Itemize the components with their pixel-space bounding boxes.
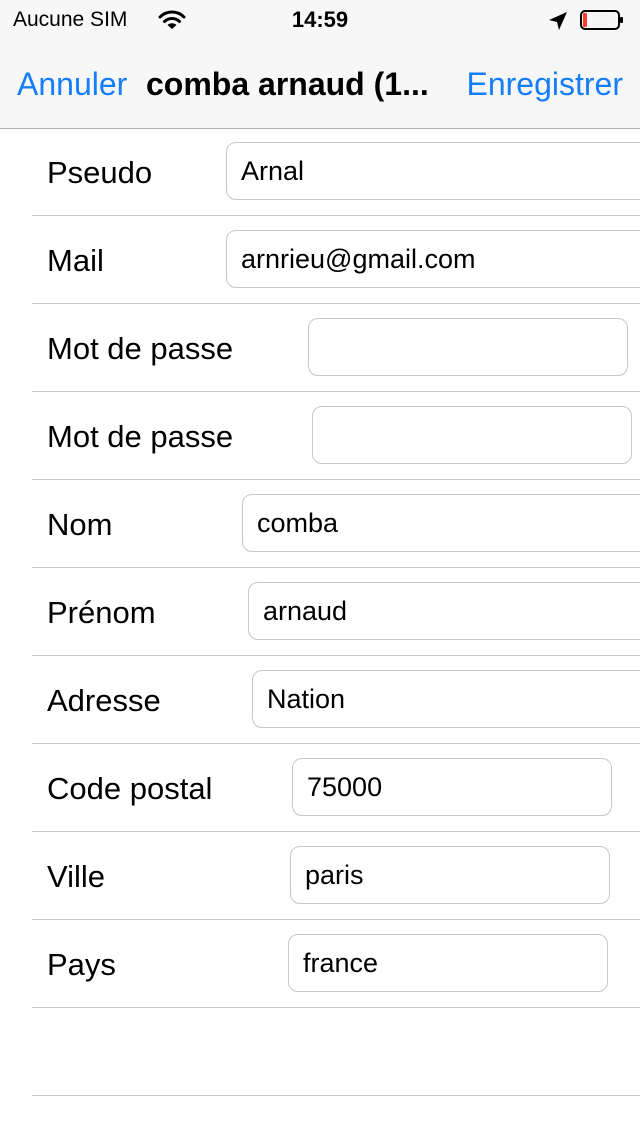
adresse-label: Adresse	[47, 683, 161, 718]
password-confirm-label: Mot de passe	[47, 419, 234, 454]
status-time: 14:59	[291, 7, 349, 32]
pays-label: Pays	[47, 947, 116, 982]
navigation-bar: Annuler comba arnaud (1... Enregistrer	[0, 40, 640, 129]
form-row-mail: Mail	[32, 216, 640, 304]
form-row-prenom: Prénom	[32, 568, 640, 656]
save-button[interactable]: Enregistrer	[467, 66, 624, 103]
code-postal-input[interactable]	[292, 758, 612, 816]
empty-row	[32, 1008, 640, 1096]
form-row-nom: Nom	[32, 480, 640, 568]
mail-label: Mail	[47, 243, 104, 278]
password-confirm-input[interactable]	[312, 406, 632, 464]
password-input[interactable]	[308, 318, 628, 376]
password-label: Mot de passe	[47, 331, 234, 366]
form-row-ville: Ville	[32, 832, 640, 920]
nom-input[interactable]	[242, 494, 640, 552]
form-row-pseudo: Pseudo	[32, 128, 640, 216]
code-postal-label: Code postal	[47, 771, 213, 806]
pseudo-input[interactable]	[226, 142, 640, 200]
ville-label: Ville	[47, 859, 106, 894]
prenom-label: Prénom	[47, 595, 156, 630]
cancel-button[interactable]: Annuler	[17, 66, 127, 103]
form-row-code-postal: Code postal	[32, 744, 640, 832]
page-title: comba arnaud (1...	[146, 66, 429, 102]
battery-low-icon	[580, 10, 623, 30]
location-arrow-icon	[549, 12, 567, 30]
ville-input[interactable]	[290, 846, 610, 904]
mail-input[interactable]	[226, 230, 640, 288]
pays-input[interactable]	[288, 934, 608, 992]
adresse-input[interactable]	[252, 670, 640, 728]
pseudo-label: Pseudo	[47, 155, 153, 190]
prenom-input[interactable]	[248, 582, 640, 640]
form-row-password-confirm: Mot de passe	[32, 392, 640, 480]
form-row-password: Mot de passe	[32, 304, 640, 392]
status-bar: Aucune SIM 14:59	[0, 0, 640, 40]
nom-label: Nom	[47, 507, 113, 542]
form-row-adresse: Adresse	[32, 656, 640, 744]
form-row-pays: Pays	[32, 920, 640, 1008]
